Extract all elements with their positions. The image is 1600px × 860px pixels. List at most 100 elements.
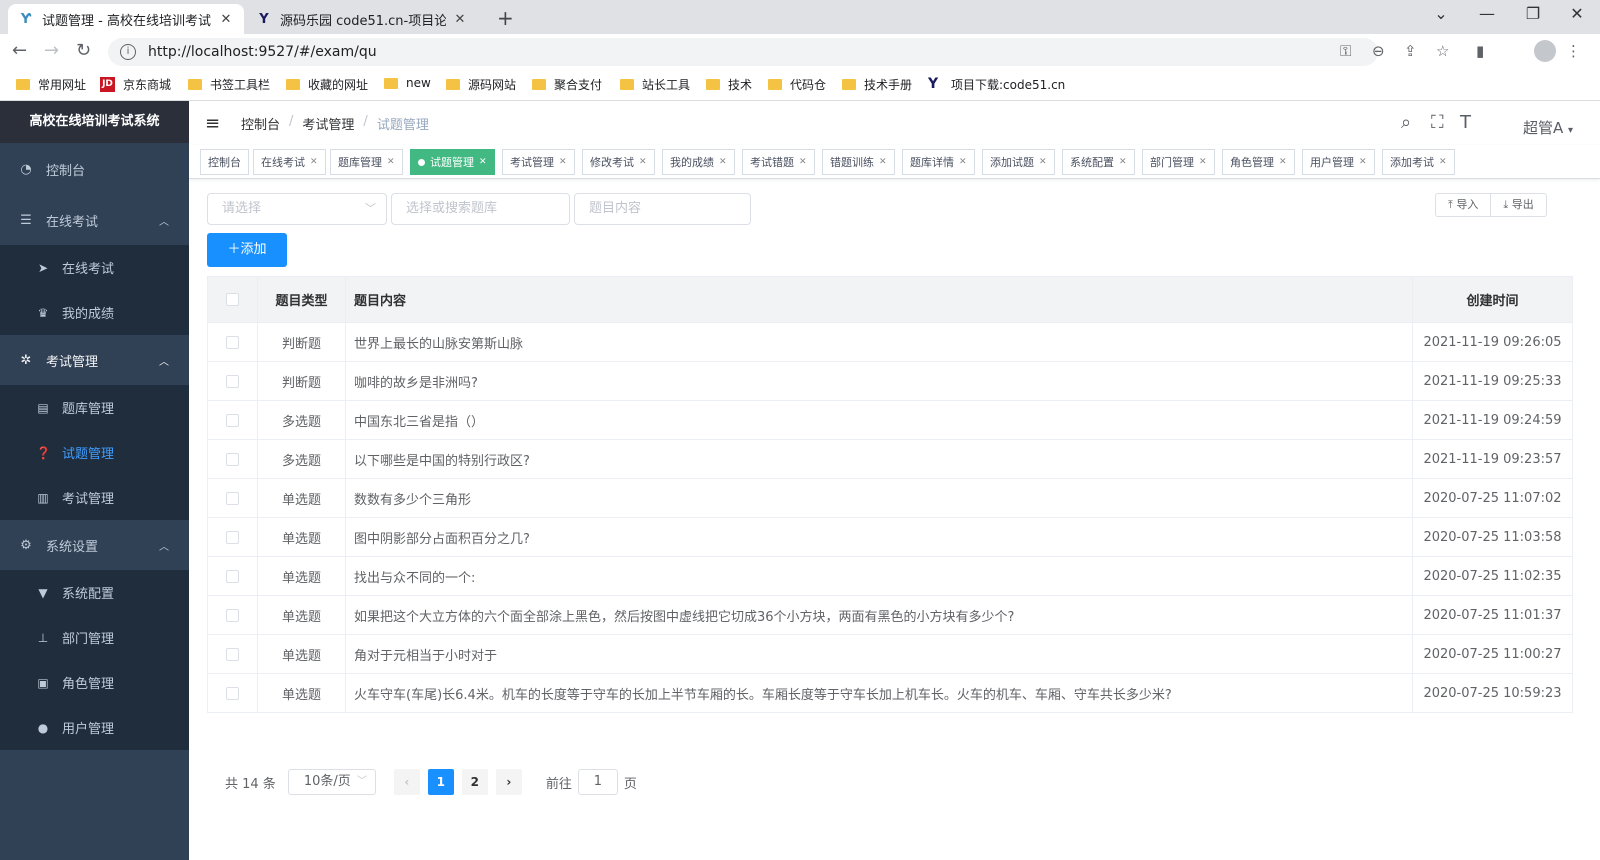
tag-item[interactable]: 系统配置 ✕ — [1062, 149, 1135, 175]
bookmark-item[interactable]: JD 京东商城 — [100, 76, 171, 93]
row-checkbox[interactable] — [226, 608, 239, 622]
content-cell[interactable]: 如果把这个大立方体的六个面全部涂上黑色，然后按图中虚线把它切成36个小方块，两面… — [345, 595, 1413, 635]
bookmark-item[interactable]: 站长工具 — [620, 76, 690, 93]
user-menu[interactable]: 超管A ▾ — [1523, 117, 1573, 138]
close-icon[interactable]: ✕ — [1439, 157, 1447, 167]
sidebar-item-system-config[interactable]: ▼ 系统配置 — [0, 570, 189, 615]
row-checkbox[interactable] — [226, 491, 239, 505]
browser-tab[interactable]: Y 源码乐园 code51.cn-项目论文代 ✕ — [246, 4, 478, 34]
close-icon[interactable]: ✕ — [559, 157, 567, 167]
sidebar-item-dashboard[interactable]: ◔ 控制台 — [0, 143, 189, 195]
table-row[interactable]: 单选题 数数有多少个三角形 2020-07-25 11:07:02 — [207, 478, 1573, 518]
profile-avatar[interactable] — [1534, 40, 1556, 62]
export-button[interactable]: ⤓ 导出 — [1491, 193, 1547, 217]
row-checkbox[interactable] — [226, 374, 239, 388]
tag-item[interactable]: 题库详情 ✕ — [902, 149, 975, 175]
close-icon[interactable]: ✕ — [387, 157, 395, 167]
header-time[interactable]: 创建时间 — [1412, 276, 1573, 323]
content-cell[interactable]: 角对于元相当于小时对于 — [345, 634, 1413, 674]
header-type[interactable]: 题目类型 — [257, 276, 346, 323]
tag-item[interactable]: 在线考试 ✕ — [253, 149, 326, 175]
row-checkbox[interactable] — [226, 530, 239, 544]
sidebar-item-department[interactable]: ⊥ 部门管理 — [0, 615, 189, 660]
close-icon[interactable]: ✕ — [719, 157, 727, 167]
breadcrumb-item[interactable]: 控制台 — [241, 114, 280, 133]
site-info-icon[interactable]: i — [120, 44, 136, 60]
bookmark-item[interactable]: new — [384, 76, 431, 90]
bookmark-item[interactable]: 代码仓 — [768, 76, 826, 93]
browser-tab-active[interactable]: Ƴ 试题管理 - 高校在线培训考试系统 ✕ — [8, 4, 244, 34]
bookmark-item[interactable]: 收藏的网址 — [286, 76, 368, 93]
sidebar-item-online-exam[interactable]: ➤ 在线考试 — [0, 245, 189, 290]
app-title[interactable]: 高校在线培训考试系统 — [0, 101, 189, 143]
key-icon[interactable]: ⚿ — [1340, 42, 1351, 60]
content-cell[interactable]: 图中阴影部分占面积百分之几? — [345, 517, 1413, 557]
bookmark-item[interactable]: 源码网站 — [446, 76, 516, 93]
tag-item[interactable]: 添加考试 ✕ — [1382, 149, 1455, 175]
content-cell[interactable]: 数数有多少个三角形 — [345, 478, 1413, 518]
row-checkbox[interactable] — [226, 335, 239, 349]
repo-select[interactable]: 选择或搜索题库 — [391, 193, 570, 225]
page-number-2[interactable]: 2 — [461, 769, 488, 795]
fullscreen-icon[interactable]: ⛶ — [1431, 112, 1444, 133]
sidebar-group-exam-management[interactable]: ✲ 考试管理 ︿ — [0, 335, 189, 385]
content-search-input[interactable]: 题目内容 — [574, 193, 751, 225]
tab-search-icon[interactable]: ⌄ — [1418, 4, 1464, 23]
side-panel-icon[interactable]: ▮ — [1476, 42, 1484, 60]
sidebar-group-system-settings[interactable]: ⚙ 系统设置 ︿ — [0, 520, 189, 570]
bookmark-item[interactable]: 技术手册 — [842, 76, 912, 93]
table-row[interactable]: 单选题 如果把这个大立方体的六个面全部涂上黑色，然后按图中虚线把它切成36个小方块… — [207, 595, 1573, 635]
bookmark-item[interactable]: 书签工具栏 — [188, 76, 270, 93]
table-row[interactable]: 单选题 找出与众不同的一个: 2020-07-25 11:02:35 — [207, 556, 1573, 596]
close-icon[interactable]: ✕ — [1119, 157, 1127, 167]
table-row[interactable]: 单选题 火车守车(车尾)长6.4米。机车的长度等于守车的长加上半节车厢的长。车厢长… — [207, 673, 1573, 713]
hamburger-icon[interactable]: ≡ — [205, 113, 220, 134]
bookmark-star-icon[interactable]: ☆ — [1436, 42, 1449, 60]
content-cell[interactable]: 以下哪些是中国的特别行政区? — [345, 439, 1413, 479]
tag-item[interactable]: 添加试题 ✕ — [982, 149, 1055, 175]
forward-icon[interactable]: → — [44, 40, 59, 61]
sidebar-item-question-management[interactable]: ❓ 试题管理 — [0, 430, 189, 475]
prev-page-button[interactable]: ‹ — [393, 769, 420, 795]
close-icon[interactable]: ✕ — [959, 157, 967, 167]
table-row[interactable]: 单选题 角对于元相当于小时对于 2020-07-25 11:00:27 — [207, 634, 1573, 674]
bookmark-item[interactable]: Y 项目下载:code51.cn — [928, 76, 1065, 93]
row-checkbox[interactable] — [226, 452, 239, 466]
tag-item[interactable]: 控制台 — [200, 149, 249, 175]
bookmark-item[interactable]: 常用网址 — [16, 76, 86, 93]
import-button[interactable]: ⤒ 导入 — [1435, 193, 1492, 217]
content-cell[interactable]: 世界上最长的山脉安第斯山脉 — [345, 322, 1413, 362]
bookmark-item[interactable]: 技术 — [706, 76, 752, 93]
content-cell[interactable]: 火车守车(车尾)长6.4米。机车的长度等于守车的长加上半节车厢的长。车厢长度等于… — [345, 673, 1413, 713]
close-icon[interactable]: ✕ — [879, 157, 887, 167]
share-icon[interactable]: ⇪ — [1404, 42, 1417, 60]
sidebar-item-user[interactable]: ● 用户管理 — [0, 705, 189, 750]
page-size-select[interactable]: 10条/页 ﹀ — [287, 769, 376, 795]
row-checkbox[interactable] — [226, 647, 239, 661]
tag-item-active[interactable]: 试题管理 ✕ — [410, 149, 495, 175]
breadcrumb-item[interactable]: 考试管理 — [302, 114, 354, 133]
close-icon[interactable]: ✕ — [639, 157, 647, 167]
table-row[interactable]: 判断题 世界上最长的山脉安第斯山脉 2021-11-19 09:26:05 — [207, 322, 1573, 362]
omnibox[interactable]: i http://localhost:9527/#/exam/qu — [108, 38, 1378, 66]
close-tab-icon[interactable]: ✕ — [218, 12, 234, 27]
row-checkbox[interactable] — [226, 686, 239, 700]
sidebar-item-role[interactable]: ▣ 角色管理 — [0, 660, 189, 705]
add-button[interactable]: ＋添加 — [207, 233, 287, 267]
restore-icon[interactable]: ❐ — [1510, 4, 1556, 23]
reload-icon[interactable]: ↻ — [76, 40, 91, 61]
header-content[interactable]: 题目内容 — [345, 276, 1413, 323]
menu-dots-icon[interactable]: ⋮ — [1566, 42, 1581, 60]
close-icon[interactable]: ✕ — [799, 157, 807, 167]
table-row[interactable]: 判断题 咖啡的故乡是非洲吗? 2021-11-19 09:25:33 — [207, 361, 1573, 401]
content-cell[interactable]: 中国东北三省是指（） — [345, 400, 1413, 440]
table-row[interactable]: 多选题 中国东北三省是指（） 2021-11-19 09:24:59 — [207, 400, 1573, 440]
bookmark-item[interactable]: 聚合支付 — [532, 76, 602, 93]
close-icon[interactable]: ✕ — [1279, 157, 1287, 167]
row-checkbox[interactable] — [226, 569, 239, 583]
tag-item[interactable]: 考试错题 ✕ — [742, 149, 815, 175]
close-icon[interactable]: ✕ — [310, 157, 318, 167]
tag-item[interactable]: 错题训练 ✕ — [822, 149, 895, 175]
row-checkbox[interactable] — [226, 413, 239, 427]
table-row[interactable]: 多选题 以下哪些是中国的特别行政区? 2021-11-19 09:23:57 — [207, 439, 1573, 479]
